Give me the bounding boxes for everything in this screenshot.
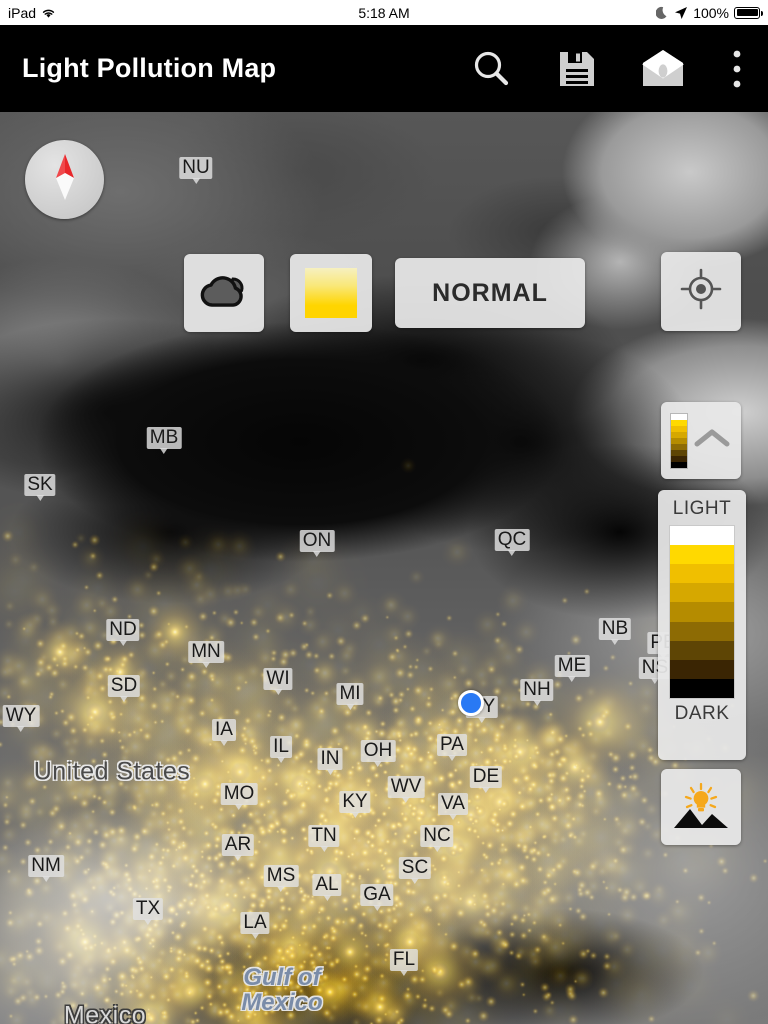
legend-band (670, 621, 734, 641)
map-type-label: NORMAL (432, 278, 548, 307)
light-horizon-icon (672, 781, 730, 833)
current-location-dot[interactable] (458, 690, 484, 716)
legend-mini-band (671, 461, 687, 468)
page-title: Light Pollution Map (22, 53, 277, 83)
light-pollution-map-app: iPad 5:18 AM 100% Light Pollution Map NU… (0, 0, 768, 1024)
ios-status-bar: iPad 5:18 AM 100% (0, 0, 768, 25)
map-viewport[interactable]: NUMBSKONQCNDMNNBPEWIMENSSDMINHNYWYIAILPA… (0, 112, 768, 1024)
app-bar-actions (448, 25, 768, 112)
compass-needle-icon (52, 151, 78, 208)
legend-band (670, 545, 734, 565)
legend-band (670, 640, 734, 660)
my-location-button[interactable] (661, 252, 741, 331)
my-location-icon (680, 268, 722, 315)
overflow-menu-icon (732, 49, 742, 89)
legend-band (670, 602, 734, 622)
legend-band (670, 659, 734, 679)
location-arrow-icon (674, 6, 688, 20)
light-pollution-overlay (0, 112, 768, 1024)
map-basemap (0, 112, 768, 1024)
clock-label: 5:18 AM (358, 4, 410, 21)
legend-toggle-button[interactable] (661, 402, 741, 479)
legend-bottom-label: DARK (674, 703, 730, 724)
legend-top-label: LIGHT (672, 498, 732, 519)
legend-color-scale (669, 525, 735, 699)
map-type-button[interactable]: NORMAL (395, 258, 585, 328)
app-bar: Light Pollution Map (0, 25, 768, 112)
legend-band (670, 678, 734, 698)
overflow-menu-button[interactable] (706, 25, 768, 112)
cloud-icon (197, 270, 251, 317)
save-button[interactable] (534, 25, 620, 112)
battery-full-icon (734, 6, 763, 19)
color-swatch-icon (305, 268, 357, 318)
legend-band (670, 583, 734, 603)
overlay-color-button[interactable] (290, 254, 372, 332)
moon-icon (656, 6, 669, 20)
battery-percent-label: 100% (693, 4, 729, 21)
save-icon (555, 47, 599, 91)
search-button[interactable] (448, 25, 534, 112)
open-envelope-icon (639, 47, 687, 91)
cloud-layer-button[interactable] (184, 254, 264, 332)
legend-band (670, 564, 734, 584)
legend-mini-scale-icon (670, 412, 688, 469)
status-bar-right: 100% (656, 4, 763, 21)
light-pollution-legend: LIGHT DARK (658, 490, 746, 760)
sky-brightness-button[interactable] (661, 769, 741, 845)
compass-button[interactable] (25, 140, 104, 219)
open-mail-button[interactable] (620, 25, 706, 112)
chevron-up-icon (692, 425, 732, 456)
search-icon (469, 47, 513, 91)
legend-band (670, 526, 734, 546)
